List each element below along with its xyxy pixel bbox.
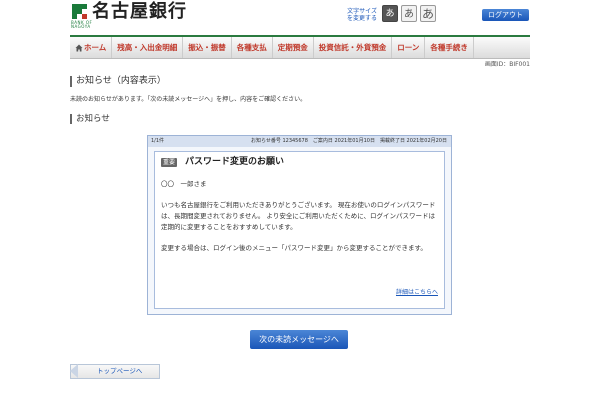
bank-name-sub: BANK OF NAGOYA bbox=[71, 20, 93, 29]
font-size-label: 文字サイズを変更する bbox=[346, 8, 377, 22]
message-body: いつも名古屋銀行をご利用いただきありがとうございます。 現在お使いのログインパス… bbox=[161, 200, 436, 264]
nav-item-transfer[interactable]: 振込・振替 bbox=[183, 37, 232, 58]
message-panel: 1/1件 お知らせ番号 12345678 ご案内日 2021年01月10日 掲載… bbox=[147, 135, 452, 315]
nav-item-home[interactable]: ホーム bbox=[70, 37, 113, 58]
top-page-button[interactable]: トップページへ bbox=[70, 364, 160, 379]
message-body-paragraph: 変更する場合は、ログイン後のメニュー「パスワード変更」から変更することができます… bbox=[161, 244, 427, 252]
nav-item-time-deposit[interactable]: 定期預金 bbox=[273, 37, 314, 58]
logout-button[interactable]: ログアウト bbox=[482, 9, 529, 21]
next-unread-message-button[interactable]: 次の未読メッセージへ bbox=[250, 330, 348, 349]
message-meta: お知らせ番号 12345678 ご案内日 2021年01月10日 掲載終了日 2… bbox=[250, 138, 447, 144]
nav-item-loan[interactable]: ローン bbox=[392, 37, 426, 58]
font-size-medium-button[interactable]: あ bbox=[401, 5, 417, 22]
detail-link[interactable]: 詳細はこちらへ bbox=[396, 287, 438, 296]
screen-id: 画面ID：BIF001 bbox=[484, 61, 530, 68]
message-title: パスワード変更のお願い bbox=[185, 157, 285, 167]
message-count: 1/1件 bbox=[151, 138, 165, 144]
font-size-large-button[interactable]: あ bbox=[420, 5, 436, 22]
nav-item-balance[interactable]: 残高・入出金明細 bbox=[112, 37, 184, 58]
nav-item-label: ホーム bbox=[84, 43, 107, 52]
page-title: お知らせ（内容表示） bbox=[70, 76, 166, 87]
section-title: お知らせ bbox=[70, 114, 110, 124]
bank-logo-icon bbox=[71, 3, 88, 20]
importance-badge: 重要 bbox=[161, 158, 178, 167]
nav-item-procedures[interactable]: 各種手続き bbox=[425, 37, 474, 58]
font-size-small-button[interactable]: あ bbox=[382, 5, 398, 22]
intro-text: 未読のお知らせがあります。「次の未読メッセージへ」を押し、内容をご確認ください。 bbox=[70, 96, 307, 103]
nav-item-investment[interactable]: 投資信託・外貨預金 bbox=[314, 37, 393, 58]
message-panel-bar: 1/1件 お知らせ番号 12345678 ご案内日 2021年01月10日 掲載… bbox=[148, 136, 451, 147]
message-body-paragraph: いつも名古屋銀行をご利用いただきありがとうございます。 現在お使いのログインパス… bbox=[161, 201, 436, 231]
global-nav: ホーム 残高・入出金明細 振込・振替 各種支払 定期預金 投資信託・外貨預金 ロ… bbox=[70, 35, 530, 59]
top-page-label: トップページへ bbox=[97, 367, 143, 375]
nav-item-payments[interactable]: 各種支払 bbox=[232, 37, 273, 58]
message-card: 重要 パスワード変更のお願い 〇〇 一郎さま いつも名古屋銀行をご利用いただきあ… bbox=[154, 151, 445, 309]
header: BANK OF NAGOYA 名古屋銀行 文字サイズを変更する あ あ あ ログ… bbox=[0, 0, 600, 34]
home-icon bbox=[75, 44, 83, 51]
back-arrow-icon bbox=[70, 364, 78, 378]
bank-name: 名古屋銀行 bbox=[92, 1, 187, 22]
message-recipient: 〇〇 一郎さま bbox=[161, 180, 207, 188]
